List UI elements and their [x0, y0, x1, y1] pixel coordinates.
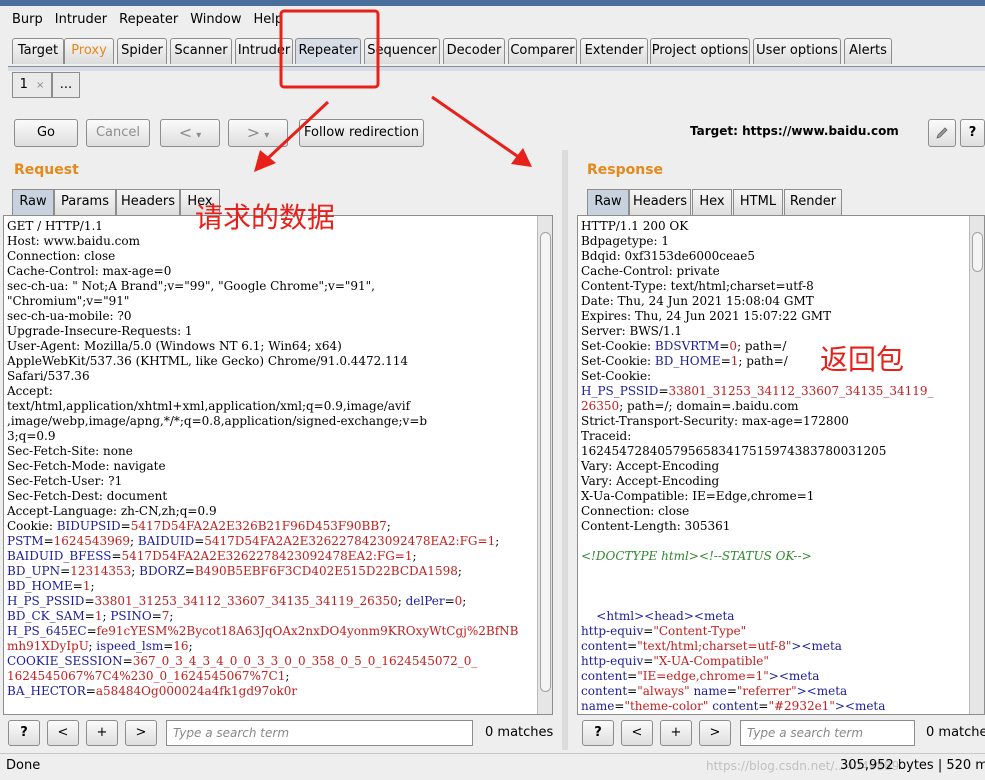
annotation-overlay — [254, 9, 532, 172]
